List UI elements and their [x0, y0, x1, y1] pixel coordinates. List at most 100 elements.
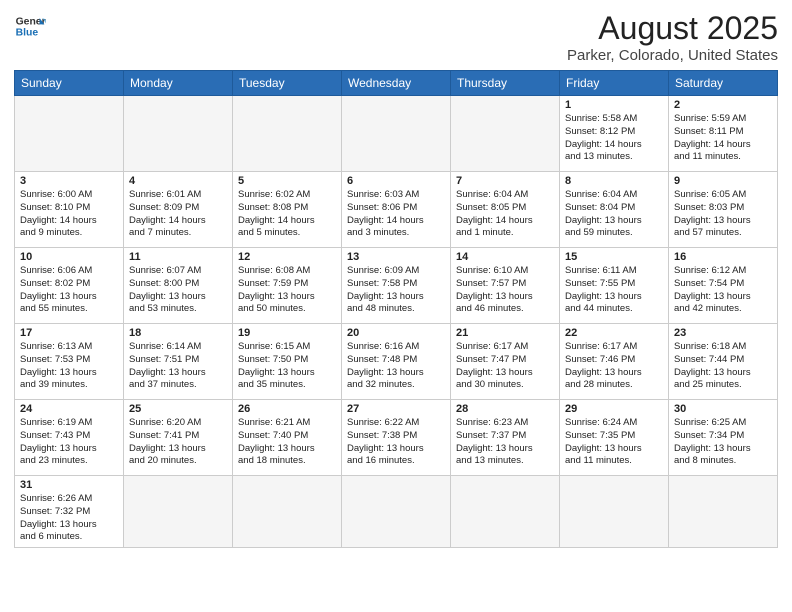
day-info: Sunrise: 6:10 AM Sunset: 7:57 PM Dayligh…	[456, 265, 554, 316]
day-info: Sunrise: 6:04 AM Sunset: 8:04 PM Dayligh…	[565, 189, 663, 240]
logo: General Blue	[14, 10, 46, 42]
day-number: 10	[20, 251, 118, 263]
generalblue-icon: General Blue	[14, 10, 46, 42]
day-info: Sunrise: 6:24 AM Sunset: 7:35 PM Dayligh…	[565, 417, 663, 468]
col-monday: Monday	[124, 71, 233, 96]
table-row: 28Sunrise: 6:23 AM Sunset: 7:37 PM Dayli…	[451, 400, 560, 476]
day-number: 5	[238, 175, 336, 187]
table-row: 26Sunrise: 6:21 AM Sunset: 7:40 PM Dayli…	[233, 400, 342, 476]
day-number: 17	[20, 327, 118, 339]
day-number: 9	[674, 175, 772, 187]
table-row: 19 Sunrise: 6:15 AM Sunset: 7:50 PM Dayli…	[233, 324, 342, 400]
day-info: Sunrise: 6:22 AM Sunset: 7:38 PM Dayligh…	[347, 417, 445, 468]
day-info: Sunrise: 6:26 AM Sunset: 7:32 PM Dayligh…	[20, 493, 118, 544]
table-row: 16 Sunrise: 6:12 AM Sunset: 7:54 PM Dayli…	[669, 248, 778, 324]
table-row: 10 Sunrise: 6:06 AM Sunset: 8:02 PM Dayli…	[15, 248, 124, 324]
day-number: 14	[456, 251, 554, 263]
table-row: 12 Sunrise: 6:08 AM Sunset: 7:59 PM Dayli…	[233, 248, 342, 324]
day-info: Sunrise: 6:01 AM Sunset: 8:09 PM Dayligh…	[129, 189, 227, 240]
calendar: Sunday Monday Tuesday Wednesday Thursday…	[14, 70, 778, 548]
day-number: 23	[674, 327, 772, 339]
day-number: 1	[565, 99, 663, 111]
day-number: 19	[238, 327, 336, 339]
table-row	[451, 476, 560, 548]
day-number: 30	[674, 403, 772, 415]
day-info: Sunrise: 6:25 AM Sunset: 7:34 PM Dayligh…	[674, 417, 772, 468]
day-number: 13	[347, 251, 445, 263]
calendar-week-row: 1 Sunrise: 5:58 AM Sunset: 8:12 PM Daylig…	[15, 96, 778, 172]
day-info: Sunrise: 6:07 AM Sunset: 8:00 PM Dayligh…	[129, 265, 227, 316]
table-row	[342, 96, 451, 172]
day-info: Sunrise: 6:20 AM Sunset: 7:41 PM Dayligh…	[129, 417, 227, 468]
day-info: Sunrise: 6:00 AM Sunset: 8:10 PM Dayligh…	[20, 189, 118, 240]
day-info: Sunrise: 6:17 AM Sunset: 7:47 PM Dayligh…	[456, 341, 554, 392]
day-number: 20	[347, 327, 445, 339]
day-number: 4	[129, 175, 227, 187]
day-info: Sunrise: 6:08 AM Sunset: 7:59 PM Dayligh…	[238, 265, 336, 316]
day-info: Sunrise: 5:59 AM Sunset: 8:11 PM Dayligh…	[674, 113, 772, 164]
table-row: 7 Sunrise: 6:04 AM Sunset: 8:05 PM Daylig…	[451, 172, 560, 248]
table-row	[15, 96, 124, 172]
table-row: 4 Sunrise: 6:01 AM Sunset: 8:09 PM Daylig…	[124, 172, 233, 248]
day-number: 29	[565, 403, 663, 415]
table-row: 2Sunrise: 5:59 AM Sunset: 8:11 PM Daylig…	[669, 96, 778, 172]
table-row: 24 Sunrise: 6:19 AM Sunset: 7:43 PM Dayli…	[15, 400, 124, 476]
day-number: 18	[129, 327, 227, 339]
table-row: 1 Sunrise: 5:58 AM Sunset: 8:12 PM Daylig…	[560, 96, 669, 172]
day-info: Sunrise: 6:03 AM Sunset: 8:06 PM Dayligh…	[347, 189, 445, 240]
day-info: Sunrise: 5:58 AM Sunset: 8:12 PM Dayligh…	[565, 113, 663, 164]
day-number: 11	[129, 251, 227, 263]
calendar-week-row: 10 Sunrise: 6:06 AM Sunset: 8:02 PM Dayli…	[15, 248, 778, 324]
page: General Blue August 2025 Parker, Colorad…	[0, 0, 792, 558]
table-row: 20 Sunrise: 6:16 AM Sunset: 7:48 PM Dayli…	[342, 324, 451, 400]
day-info: Sunrise: 6:11 AM Sunset: 7:55 PM Dayligh…	[565, 265, 663, 316]
table-row: 25 Sunrise: 6:20 AM Sunset: 7:41 PM Dayli…	[124, 400, 233, 476]
table-row: 29 Sunrise: 6:24 AM Sunset: 7:35 PM Dayli…	[560, 400, 669, 476]
day-number: 6	[347, 175, 445, 187]
col-friday: Friday	[560, 71, 669, 96]
table-row	[451, 96, 560, 172]
calendar-week-row: 3Sunrise: 6:00 AM Sunset: 8:10 PM Daylig…	[15, 172, 778, 248]
table-row	[669, 476, 778, 548]
table-row: 18Sunrise: 6:14 AM Sunset: 7:51 PM Dayli…	[124, 324, 233, 400]
day-info: Sunrise: 6:06 AM Sunset: 8:02 PM Dayligh…	[20, 265, 118, 316]
day-info: Sunrise: 6:19 AM Sunset: 7:43 PM Dayligh…	[20, 417, 118, 468]
day-number: 7	[456, 175, 554, 187]
calendar-week-row: 17 Sunrise: 6:13 AM Sunset: 7:53 PM Dayli…	[15, 324, 778, 400]
day-info: Sunrise: 6:15 AM Sunset: 7:50 PM Dayligh…	[238, 341, 336, 392]
day-info: Sunrise: 6:09 AM Sunset: 7:58 PM Dayligh…	[347, 265, 445, 316]
table-row: 11 Sunrise: 6:07 AM Sunset: 8:00 PM Dayli…	[124, 248, 233, 324]
table-row: 9Sunrise: 6:05 AM Sunset: 8:03 PM Daylig…	[669, 172, 778, 248]
subtitle: Parker, Colorado, United States	[567, 47, 778, 64]
day-info: Sunrise: 6:17 AM Sunset: 7:46 PM Dayligh…	[565, 341, 663, 392]
table-row: 15Sunrise: 6:11 AM Sunset: 7:55 PM Dayli…	[560, 248, 669, 324]
col-thursday: Thursday	[451, 71, 560, 96]
day-info: Sunrise: 6:02 AM Sunset: 8:08 PM Dayligh…	[238, 189, 336, 240]
table-row: 13 Sunrise: 6:09 AM Sunset: 7:58 PM Dayli…	[342, 248, 451, 324]
col-saturday: Saturday	[669, 71, 778, 96]
day-info: Sunrise: 6:13 AM Sunset: 7:53 PM Dayligh…	[20, 341, 118, 392]
title-block: August 2025 Parker, Colorado, United Sta…	[567, 10, 778, 64]
day-info: Sunrise: 6:16 AM Sunset: 7:48 PM Dayligh…	[347, 341, 445, 392]
day-info: Sunrise: 6:04 AM Sunset: 8:05 PM Dayligh…	[456, 189, 554, 240]
table-row: 8Sunrise: 6:04 AM Sunset: 8:04 PM Daylig…	[560, 172, 669, 248]
day-info: Sunrise: 6:23 AM Sunset: 7:37 PM Dayligh…	[456, 417, 554, 468]
day-info: Sunrise: 6:18 AM Sunset: 7:44 PM Dayligh…	[674, 341, 772, 392]
table-row: 5 Sunrise: 6:02 AM Sunset: 8:08 PM Daylig…	[233, 172, 342, 248]
calendar-header-row: Sunday Monday Tuesday Wednesday Thursday…	[15, 71, 778, 96]
day-number: 26	[238, 403, 336, 415]
table-row	[233, 96, 342, 172]
day-number: 24	[20, 403, 118, 415]
day-number: 31	[20, 479, 118, 491]
table-row: 30 Sunrise: 6:25 AM Sunset: 7:34 PM Dayli…	[669, 400, 778, 476]
table-row: 22Sunrise: 6:17 AM Sunset: 7:46 PM Dayli…	[560, 324, 669, 400]
table-row: 23 Sunrise: 6:18 AM Sunset: 7:44 PM Dayli…	[669, 324, 778, 400]
day-number: 25	[129, 403, 227, 415]
table-row: 21 Sunrise: 6:17 AM Sunset: 7:47 PM Dayli…	[451, 324, 560, 400]
day-info: Sunrise: 6:12 AM Sunset: 7:54 PM Dayligh…	[674, 265, 772, 316]
day-number: 12	[238, 251, 336, 263]
day-number: 21	[456, 327, 554, 339]
day-number: 16	[674, 251, 772, 263]
day-number: 27	[347, 403, 445, 415]
table-row	[560, 476, 669, 548]
